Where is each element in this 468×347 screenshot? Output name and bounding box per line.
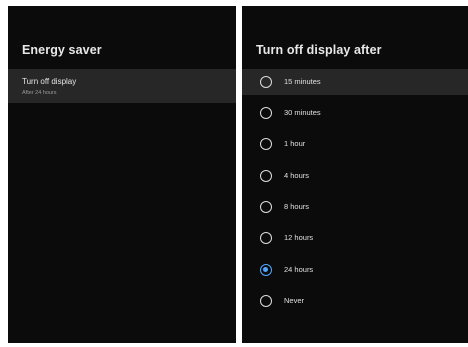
option-4-hours[interactable]: 4 hours bbox=[242, 163, 468, 189]
option-12-hours[interactable]: 12 hours bbox=[242, 225, 468, 251]
setting-subtitle: After 24 hours bbox=[22, 90, 57, 96]
option-24-hours[interactable]: 24 hours bbox=[242, 257, 468, 283]
option-label: 4 hours bbox=[284, 171, 310, 180]
energy-saver-panel: Energy saver Turn off display After 24 h… bbox=[8, 6, 236, 343]
option-never[interactable]: Never bbox=[242, 288, 468, 314]
radio-button[interactable] bbox=[260, 76, 272, 88]
option-1-hour[interactable]: 1 hour bbox=[242, 131, 468, 157]
radio-button[interactable] bbox=[260, 107, 272, 119]
option-label: 12 hours bbox=[284, 233, 314, 242]
radio-button[interactable] bbox=[260, 295, 272, 307]
turn-off-display-setting[interactable]: Turn off display After 24 hours bbox=[8, 69, 236, 103]
option-label: 30 minutes bbox=[284, 108, 321, 117]
radio-button[interactable] bbox=[260, 232, 272, 244]
radio-button[interactable] bbox=[260, 201, 272, 213]
setting-title: Turn off display bbox=[22, 77, 77, 86]
panel-title: Turn off display after bbox=[256, 43, 382, 57]
radio-button[interactable] bbox=[260, 138, 272, 150]
option-label: 1 hour bbox=[284, 139, 306, 148]
panel-title: Energy saver bbox=[22, 43, 102, 57]
option-15-minutes[interactable]: 15 minutes bbox=[242, 69, 468, 95]
option-30-minutes[interactable]: 30 minutes bbox=[242, 100, 468, 126]
option-label: Never bbox=[284, 296, 305, 305]
option-label: 8 hours bbox=[284, 202, 310, 211]
radio-button[interactable] bbox=[260, 170, 272, 182]
option-label: 24 hours bbox=[284, 265, 314, 274]
radio-button-checked[interactable] bbox=[260, 264, 272, 276]
option-8-hours[interactable]: 8 hours bbox=[242, 194, 468, 220]
turn-off-display-after-panel: Turn off display after 15 minutes 30 min… bbox=[242, 6, 468, 343]
option-label: 15 minutes bbox=[284, 77, 321, 86]
